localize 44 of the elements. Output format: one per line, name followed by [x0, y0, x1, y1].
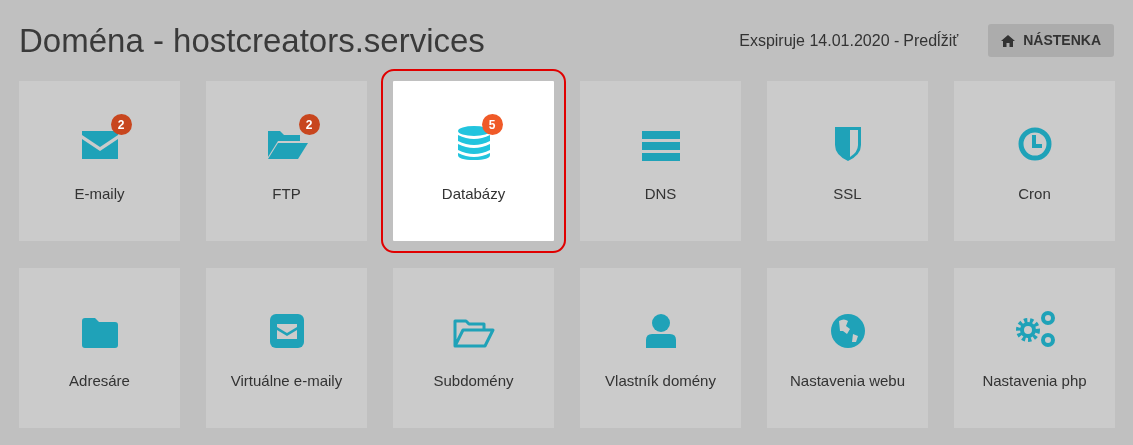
tile[interactable]: Cron — [954, 81, 1115, 241]
tile[interactable]: 5 Databázy — [393, 81, 554, 241]
gears-icon — [1013, 310, 1056, 348]
expiry-text: Exspiruje 14.01.2020 - — [739, 30, 900, 51]
shield-icon — [834, 127, 861, 161]
tile-label: Cron — [1018, 184, 1051, 204]
tile[interactable]: SSL — [767, 81, 928, 241]
tile-label: E-maily — [74, 184, 125, 204]
tile-label: SSL — [833, 184, 862, 204]
clock-icon — [1017, 127, 1052, 161]
tile[interactable]: Virtuálne e-maily — [206, 268, 367, 428]
count-badge: 5 — [481, 114, 503, 135]
tile-label: Nastavenia webu — [789, 371, 906, 391]
database-icon — [456, 125, 491, 161]
server-icon — [641, 131, 680, 161]
tile[interactable]: Nastavenia php — [954, 268, 1115, 428]
page-title: Doména - hostcreators.services — [19, 24, 485, 57]
count-badge: 2 — [298, 114, 320, 135]
tile[interactable]: 2 E-maily — [19, 81, 180, 241]
folder-icon — [265, 129, 308, 161]
tile[interactable]: Nastavenia webu — [767, 268, 928, 428]
tile-label: Nastavenia php — [982, 371, 1087, 391]
tile-label: Databázy — [441, 184, 506, 204]
tile-label: Virtuálne e-maily — [230, 371, 343, 391]
folder-icon — [452, 318, 495, 348]
tile[interactable]: Subdomény — [393, 268, 554, 428]
tile-label: FTP — [272, 184, 301, 204]
tile[interactable]: Vlastník domény — [580, 268, 741, 428]
tile[interactable]: DNS — [580, 81, 741, 241]
tile-label: Vlastník domény — [605, 371, 716, 391]
tile[interactable]: 2 FTP — [206, 81, 367, 241]
user-icon — [645, 314, 676, 348]
envelope-icon — [79, 129, 120, 161]
tile-label: Subdomény — [433, 371, 514, 391]
dashboard-button[interactable]: NÁSTENKA — [988, 24, 1114, 57]
envelope-icon — [269, 314, 304, 348]
tile-label: DNS — [644, 184, 677, 204]
home-icon — [1001, 34, 1016, 47]
globe-icon — [830, 314, 865, 348]
tile[interactable]: Adresáre — [19, 268, 180, 428]
tile-label: Adresáre — [69, 371, 130, 391]
count-badge: 2 — [110, 114, 132, 135]
renew-link[interactable]: Predĺžiť — [903, 28, 959, 53]
folder-icon — [81, 318, 118, 348]
